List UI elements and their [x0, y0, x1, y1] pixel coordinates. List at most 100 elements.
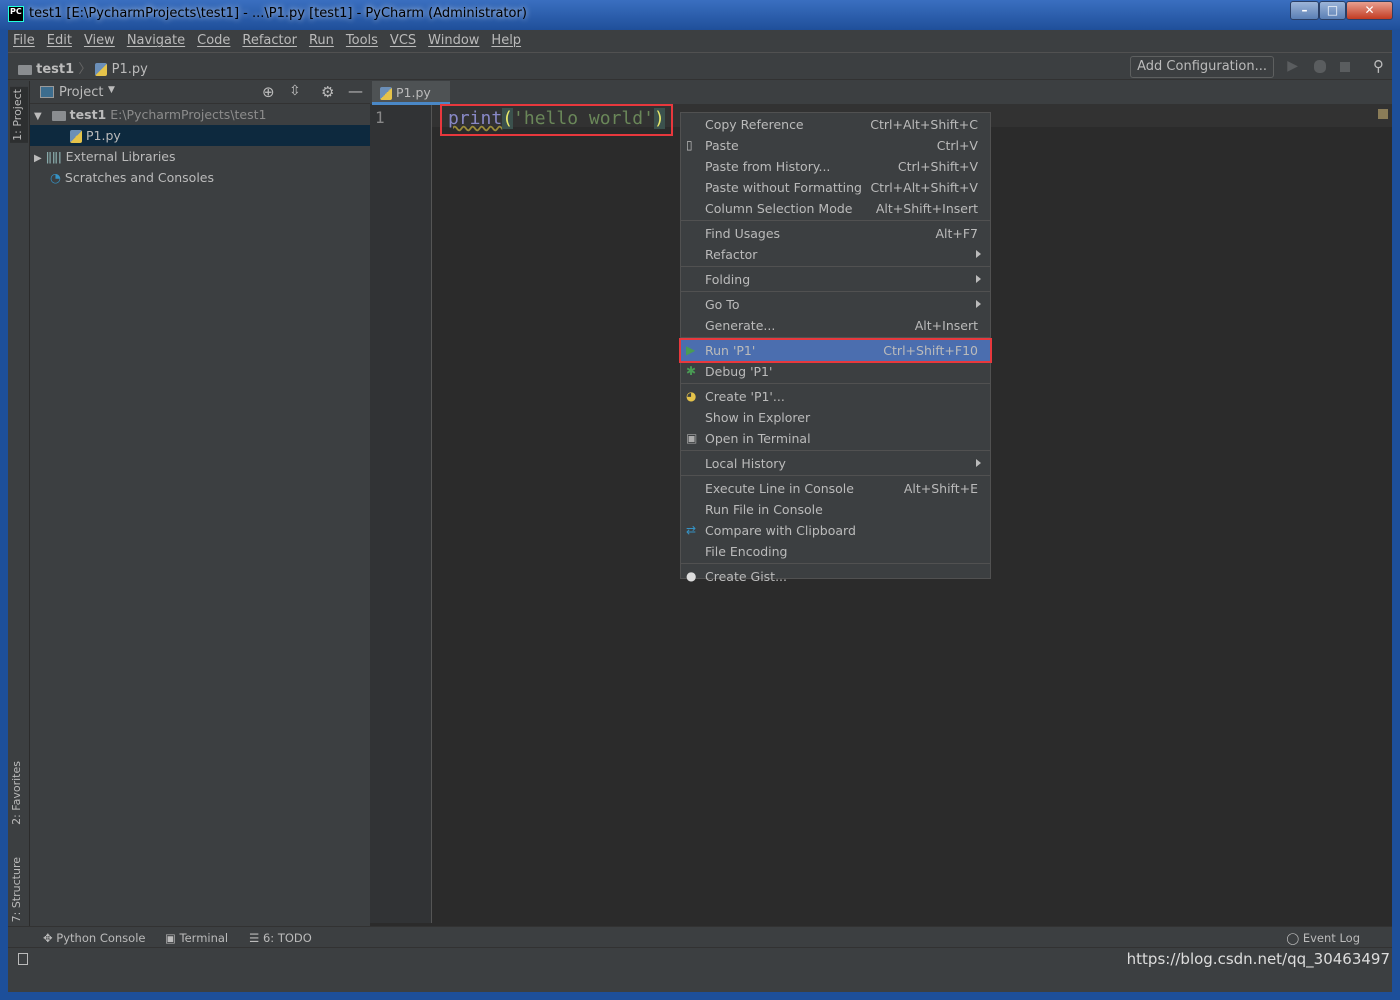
- search-icon[interactable]: ⚲: [1373, 57, 1384, 75]
- context-menu-item-paste-without-formatting[interactable]: Paste without Formatting Ctrl+Alt+Shift+V: [681, 177, 990, 198]
- context-menu-item-show-in-explorer[interactable]: Show in Explorer: [681, 407, 990, 428]
- menu-item-shortcut: Ctrl+Alt+Shift+V: [870, 180, 978, 195]
- menu-navigate[interactable]: Navigate: [127, 30, 191, 51]
- menu-item-label: File Encoding: [705, 544, 788, 559]
- menu-item-label: Paste: [705, 138, 739, 153]
- debug-icon[interactable]: [1314, 60, 1326, 73]
- breadcrumb-file[interactable]: P1.py: [112, 62, 148, 77]
- menu-refactor[interactable]: Refactor: [242, 30, 303, 51]
- expanded-arrow-icon[interactable]: ▼: [34, 111, 42, 122]
- context-menu-item-find-usages[interactable]: Find Usages Alt+F7: [681, 223, 990, 244]
- terminal-tab[interactable]: ▣ Terminal: [165, 927, 228, 949]
- tree-item-scratches[interactable]: ◔ Scratches and Consoles: [30, 167, 370, 188]
- stop-icon[interactable]: [1340, 62, 1350, 72]
- context-menu-item-column-selection-mode[interactable]: Column Selection Mode Alt+Shift+Insert: [681, 198, 990, 219]
- bottom-tool-bar: ✥ Python Console ▣ Terminal ☰ 6: TODO ◯ …: [8, 926, 1392, 948]
- context-menu-item-folding[interactable]: Folding: [681, 269, 990, 290]
- menu-item-label: Folding: [705, 272, 751, 287]
- menu-item-label: Create Gist...: [705, 569, 788, 584]
- tool-label: Terminal: [179, 931, 229, 945]
- tree-item-path: E:\PycharmProjects\test1: [110, 107, 267, 122]
- python-file-icon: [95, 63, 108, 76]
- python-icon: ✥: [43, 931, 53, 945]
- watermark: https://blog.csdn.net/qq_30463497: [1126, 950, 1390, 968]
- locate-icon[interactable]: ⊕: [262, 83, 275, 101]
- list-icon: ☰: [249, 931, 260, 945]
- github-icon: ●: [686, 569, 697, 583]
- event-log-tab[interactable]: ◯ Event Log: [1286, 927, 1360, 949]
- menu-file[interactable]: File: [13, 30, 41, 51]
- inspection-indicator-icon[interactable]: [1378, 109, 1388, 119]
- python-console-tab[interactable]: ✥ Python Console: [43, 927, 145, 949]
- chevron-down-icon[interactable]: ▼: [108, 85, 115, 95]
- tree-item-project-root[interactable]: ▼ test1 E:\PycharmProjects\test1: [30, 104, 370, 125]
- context-menu-item-local-history[interactable]: Local History: [681, 453, 990, 474]
- tree-item-label: test1: [69, 107, 107, 122]
- gear-icon[interactable]: ⚙: [321, 83, 334, 101]
- folder-icon: [18, 64, 32, 75]
- collapse-all-icon[interactable]: ⇳: [289, 83, 301, 99]
- run-icon[interactable]: ▶: [1287, 58, 1298, 74]
- menu-window[interactable]: Window: [428, 30, 485, 51]
- context-menu-item-refactor[interactable]: Refactor: [681, 244, 990, 265]
- context-menu-item-generate[interactable]: Generate... Alt+Insert: [681, 315, 990, 336]
- collapsed-arrow-icon[interactable]: ▶: [34, 153, 42, 164]
- menu-item-label: Generate...: [705, 318, 776, 333]
- status-bar: https://blog.csdn.net/qq_30463497: [8, 949, 1392, 992]
- project-tool-tab[interactable]: 1: Project: [10, 87, 28, 143]
- tree-item-label: P1.py: [85, 128, 121, 143]
- menu-run[interactable]: Run: [309, 30, 340, 51]
- close-button[interactable]: ✕: [1346, 1, 1393, 20]
- event-log-icon: ◯: [1286, 931, 1300, 945]
- context-menu-item-open-in-terminal[interactable]: ▣ Open in Terminal: [681, 428, 990, 449]
- python-file-icon: [380, 87, 392, 100]
- menu-item-shortcut: Ctrl+V: [936, 138, 978, 153]
- maximize-button[interactable]: □: [1319, 1, 1346, 20]
- menu-vcs[interactable]: VCS: [390, 30, 422, 51]
- terminal-icon: ▣: [165, 931, 176, 945]
- menu-tools[interactable]: Tools: [346, 30, 384, 51]
- tree-item-external-libraries[interactable]: ▶ ǁǁǀ External Libraries: [30, 146, 370, 167]
- context-menu-item-execute-line-in-console[interactable]: Execute Line in Console Alt+Shift+E: [681, 478, 990, 499]
- context-menu-item-paste-from-history[interactable]: Paste from History... Ctrl+Shift+V: [681, 156, 990, 177]
- window-title: test1 [E:\PycharmProjects\test1] - ...\P…: [29, 6, 527, 21]
- menu-item-label: Copy Reference: [705, 117, 804, 132]
- context-menu-item-run-p1[interactable]: ▶ Run 'P1' Ctrl+Shift+F10: [679, 338, 992, 363]
- menu-item-shortcut: Alt+Insert: [914, 318, 978, 333]
- context-menu-item-copy-reference[interactable]: Copy Reference Ctrl+Alt+Shift+C: [681, 114, 990, 135]
- context-menu-item-go-to[interactable]: Go To: [681, 294, 990, 315]
- menu-view[interactable]: View: [84, 30, 121, 51]
- context-menu-item-create-p1[interactable]: ◕ Create 'P1'...: [681, 386, 990, 407]
- project-view-dropdown[interactable]: Project: [59, 85, 103, 100]
- line-gutter: 1: [370, 105, 432, 923]
- menu-item-label: Local History: [705, 456, 786, 471]
- menu-item-label: Execute Line in Console: [705, 481, 854, 496]
- scratches-icon: ◔: [50, 170, 61, 185]
- tool-label: 6: TODO: [262, 931, 312, 945]
- todo-tab[interactable]: ☰ 6: TODO: [249, 927, 312, 949]
- clipboard-icon: ▯: [686, 138, 693, 152]
- tree-item-p1-py[interactable]: P1.py: [30, 125, 370, 146]
- code-line[interactable]: print('hello world'): [440, 104, 673, 136]
- menu-item-shortcut: Alt+Shift+E: [903, 481, 978, 496]
- context-menu-item-paste[interactable]: ▯ Paste Ctrl+V: [681, 135, 990, 156]
- context-menu-item-create-gist[interactable]: ● Create Gist...: [681, 566, 990, 587]
- breadcrumb-project[interactable]: test1: [36, 62, 74, 77]
- favorites-tool-tab[interactable]: 2: Favorites: [10, 761, 23, 825]
- menu-edit[interactable]: Edit: [47, 30, 78, 51]
- menu-help[interactable]: Help: [491, 30, 527, 51]
- menu-code[interactable]: Code: [197, 30, 236, 51]
- toggle-tool-windows-icon[interactable]: [18, 953, 28, 965]
- context-menu-item-compare-with-clipboard[interactable]: ⇄ Compare with Clipboard: [681, 520, 990, 541]
- tree-item-label: Scratches and Consoles: [64, 170, 215, 185]
- submenu-arrow-icon: [976, 275, 981, 283]
- folder-icon: [51, 110, 66, 121]
- context-menu-item-file-encoding[interactable]: File Encoding: [681, 541, 990, 562]
- context-menu-item-run-file-in-console[interactable]: Run File in Console: [681, 499, 990, 520]
- structure-tool-tab[interactable]: 7: Structure: [10, 857, 23, 922]
- hide-icon[interactable]: —: [348, 82, 363, 100]
- add-configuration-button[interactable]: Add Configuration...: [1130, 56, 1274, 78]
- tab-p1-py[interactable]: P1.py ✕: [372, 81, 450, 115]
- context-menu-item-debug-p1[interactable]: ✱ Debug 'P1': [681, 361, 990, 382]
- minimize-button[interactable]: –: [1290, 1, 1319, 20]
